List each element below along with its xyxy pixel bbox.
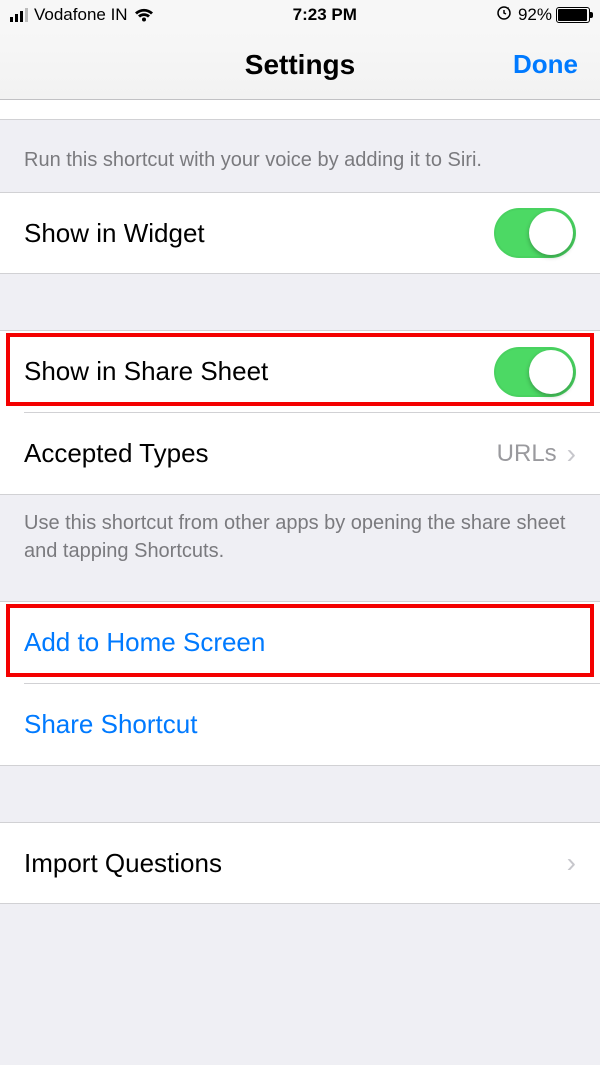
wifi-icon [134,8,154,23]
siri-footer-text: Run this shortcut with your voice by add… [0,120,600,192]
rotation-lock-icon [496,5,512,26]
share-shortcut-label: Share Shortcut [24,709,576,740]
show-in-widget-toggle[interactable] [494,208,576,258]
add-to-home-screen-row[interactable]: Add to Home Screen [0,601,600,683]
accepted-types-value: URLs [497,440,557,468]
share-sheet-footer: Use this shortcut from other apps by ope… [0,495,600,583]
show-in-widget-row[interactable]: Show in Widget [0,192,600,274]
share-shortcut-row[interactable]: Share Shortcut [0,684,600,766]
status-bar: Vodafone IN 7:23 PM 92% [0,0,600,30]
page-title: Settings [245,49,355,81]
carrier-label: Vodafone IN [34,5,128,25]
show-in-share-sheet-toggle[interactable] [494,347,576,397]
add-to-home-screen-label: Add to Home Screen [24,627,576,658]
status-left: Vodafone IN [10,5,154,25]
battery-icon [556,7,590,23]
section-gap [0,583,600,601]
show-in-share-sheet-label: Show in Share Sheet [24,356,494,387]
done-button[interactable]: Done [513,49,578,80]
accepted-types-label: Accepted Types [24,438,497,469]
previous-section-tail [0,100,600,120]
section-gap [0,274,600,330]
accepted-types-row[interactable]: Accepted Types URLs › [0,413,600,495]
import-questions-label: Import Questions [24,848,567,879]
status-time: 7:23 PM [293,5,357,25]
import-questions-row[interactable]: Import Questions › [0,822,600,904]
share-sheet-group: Show in Share Sheet Accepted Types URLs … [0,330,600,495]
chevron-right-icon: › [567,847,576,879]
show-in-share-sheet-row[interactable]: Show in Share Sheet [0,330,600,412]
battery-indicator: 92% [518,5,590,25]
widget-group: Show in Widget [0,192,600,274]
show-in-widget-label: Show in Widget [24,218,494,249]
actions-group: Add to Home Screen Share Shortcut [0,601,600,766]
cellular-signal-icon [10,8,28,22]
section-gap [0,766,600,822]
battery-percent: 92% [518,5,552,25]
import-group: Import Questions › [0,822,600,904]
status-right: 92% [496,5,590,26]
nav-bar: Settings Done [0,30,600,100]
chevron-right-icon: › [567,438,576,470]
